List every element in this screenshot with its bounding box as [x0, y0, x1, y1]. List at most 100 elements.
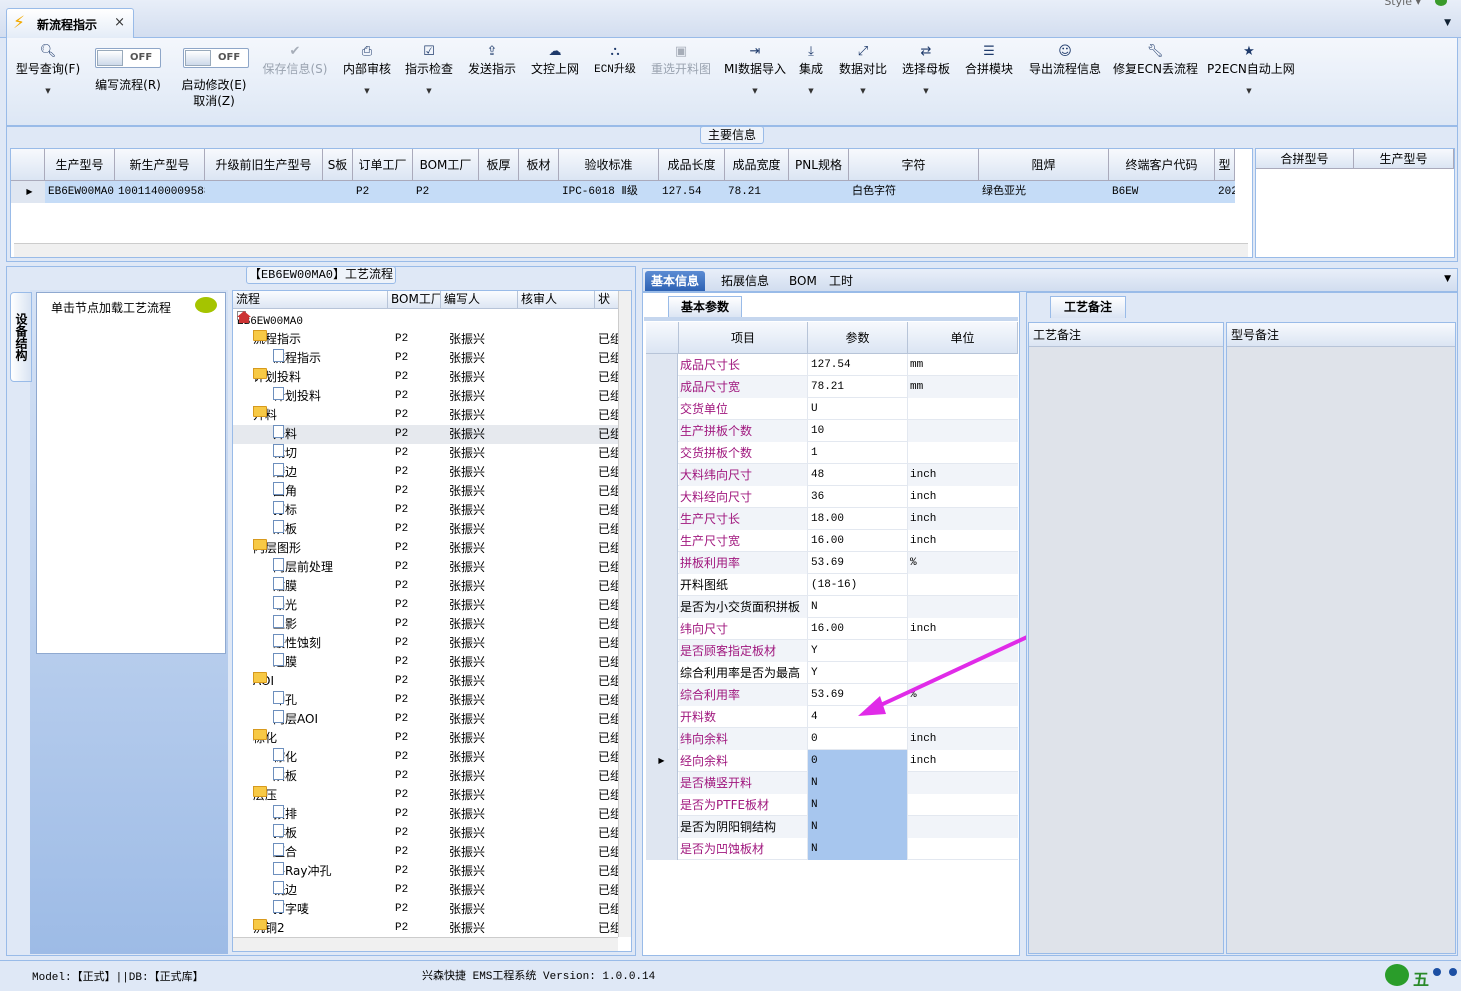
- column-header[interactable]: 流程: [233, 291, 388, 309]
- param-row[interactable]: 是否为阴阳铜结构 N: [646, 816, 1018, 838]
- tree-root[interactable]: −EB6EW00MA0: [233, 311, 619, 330]
- process-tree-hscrollbar[interactable]: [233, 937, 618, 951]
- start-modify-toggle[interactable]: OFF: [183, 48, 249, 68]
- column-header[interactable]: 生产型号: [1354, 149, 1454, 169]
- tree-row[interactable]: 排板 P2 张振兴 已组: [233, 824, 622, 843]
- check-indicator-button[interactable]: ☑ 指示检查 ▼: [403, 44, 455, 95]
- column-header[interactable]: S板: [323, 149, 353, 181]
- param-value[interactable]: 36: [808, 486, 908, 508]
- table-cell[interactable]: [519, 181, 559, 203]
- column-header[interactable]: PNL规格: [789, 149, 849, 181]
- param-row[interactable]: 大料经向尺寸 36 inch: [646, 486, 1018, 508]
- param-value[interactable]: 127.54: [808, 354, 908, 376]
- tab-basic-params[interactable]: 基本参数: [668, 296, 742, 318]
- param-value[interactable]: 16.00: [808, 530, 908, 552]
- ime-toolbar[interactable]: 五: [1281, 962, 1461, 990]
- process-tree-vscrollbar[interactable]: [618, 291, 631, 937]
- tree-row[interactable]: −层压P2张振兴已组: [233, 786, 622, 805]
- param-value[interactable]: 48: [808, 464, 908, 486]
- table-cell[interactable]: 绿色亚光: [979, 181, 1109, 203]
- tree-row[interactable]: 内层AOI P2 张振兴 已组: [233, 710, 622, 729]
- tree-row[interactable]: −开料P2张振兴已组: [233, 406, 622, 425]
- export-flow-button[interactable]: ☺ 导出流程信息: [1027, 44, 1103, 77]
- param-value[interactable]: 1: [808, 442, 908, 464]
- tree-row[interactable]: 烘板 P2 张振兴 已组: [233, 767, 622, 786]
- style-menu[interactable]: Style ▾: [1384, 0, 1421, 8]
- ecn-upgrade-button[interactable]: ⛬ ECN升级: [591, 44, 639, 76]
- reselect-cut-chart-button[interactable]: ▣ 重选开料图: [649, 44, 713, 77]
- column-header[interactable]: 核审人: [518, 291, 595, 309]
- table-cell[interactable]: 10011400009588: [115, 181, 205, 203]
- param-row[interactable]: 纬向余料 0 inch: [646, 728, 1018, 750]
- tree-row[interactable]: −AOIP2张振兴已组: [233, 672, 622, 691]
- tree-row[interactable]: 冲孔 P2 张振兴 已组: [233, 691, 622, 710]
- param-value[interactable]: 53.69: [808, 552, 908, 574]
- table-cell[interactable]: P2: [353, 181, 413, 203]
- tree-row[interactable]: −棕化P2张振兴已组: [233, 729, 622, 748]
- tree-row[interactable]: 曝光 P2 张振兴 已组: [233, 596, 622, 615]
- param-row[interactable]: 是否横竖开料 N: [646, 772, 1018, 794]
- param-value[interactable]: 78.21: [808, 376, 908, 398]
- fix-ecn-flow-button[interactable]: 🔧︎ 修复ECN丢流程: [1113, 44, 1198, 77]
- tree-row[interactable]: 流程指示 P2 张振兴 已组: [233, 349, 622, 368]
- tree-row[interactable]: 圆角 P2 张振兴 已组: [233, 482, 622, 501]
- tab-extended-info[interactable]: 拓展信息: [715, 271, 775, 291]
- table-cell[interactable]: P2: [413, 181, 479, 203]
- table-cell[interactable]: 127.54: [659, 181, 725, 203]
- table-cell[interactable]: IPC-6018 Ⅱ级: [559, 181, 659, 203]
- param-value[interactable]: N: [808, 794, 908, 816]
- param-value[interactable]: 18.00: [808, 508, 908, 530]
- param-value[interactable]: 0: [808, 728, 908, 750]
- column-header[interactable]: 升级前旧生产型号: [205, 149, 323, 181]
- column-header[interactable]: 编写人: [441, 291, 518, 309]
- tree-row[interactable]: 计划投料 P2 张振兴 已组: [233, 387, 622, 406]
- column-header[interactable]: 成品长度: [659, 149, 725, 181]
- tree-row[interactable]: 贴膜 P2 张振兴 已组: [233, 577, 622, 596]
- column-header[interactable]: 订单工厂: [353, 149, 413, 181]
- tab-process-note[interactable]: 工艺备注: [1050, 296, 1126, 318]
- tree-row[interactable]: 棕化 P2 张振兴 已组: [233, 748, 622, 767]
- select-mother-button[interactable]: ⇄ 选择母板 ▼: [900, 44, 952, 95]
- tree-row[interactable]: 打字唛 P2 张振兴 已组: [233, 900, 622, 919]
- tree-row[interactable]: 铣边 P2 张振兴 已组: [233, 881, 622, 900]
- param-row[interactable]: 成品尺寸宽 78.21 mm: [646, 376, 1018, 398]
- close-icon[interactable]: ×: [114, 15, 125, 30]
- param-row[interactable]: ▶ 经向余料 0 inch: [646, 750, 1018, 772]
- column-header[interactable]: 生产型号: [45, 149, 115, 181]
- column-header[interactable]: 字符: [849, 149, 979, 181]
- internal-review-button[interactable]: ⎙ 内部审核 ▼: [341, 44, 393, 95]
- table-cell[interactable]: EB6EW00MA0: [45, 181, 115, 203]
- table-cell[interactable]: [479, 181, 519, 203]
- tree-row[interactable]: 打标 P2 张振兴 已组: [233, 501, 622, 520]
- tab-device-structure[interactable]: 设备结构: [10, 292, 32, 382]
- p2ecn-auto-button[interactable]: ★ P2ECN自动上网 ▼: [1207, 44, 1295, 95]
- column-header[interactable]: 合拼型号: [1256, 149, 1354, 169]
- param-value[interactable]: N: [808, 838, 908, 860]
- integrate-button[interactable]: ⤓ 集成 ▼: [797, 44, 825, 95]
- model-query-button[interactable]: 🔍︎ 型号查询(F) ▼: [13, 44, 83, 95]
- column-header[interactable]: 终端客户代码: [1109, 149, 1215, 181]
- tree-row[interactable]: −流程指示P2张振兴已组: [233, 330, 622, 349]
- param-row[interactable]: 成品尺寸长 127.54 mm: [646, 354, 1018, 376]
- tree-row[interactable]: 裁切 P2 张振兴 已组: [233, 444, 622, 463]
- param-row[interactable]: 大料纬向尺寸 48 inch: [646, 464, 1018, 486]
- column-header[interactable]: 成品宽度: [725, 149, 789, 181]
- table-cell[interactable]: 2020: [1215, 181, 1235, 203]
- tree-row[interactable]: 磨边 P2 张振兴 已组: [233, 463, 622, 482]
- tree-row[interactable]: 预排 P2 张振兴 已组: [233, 805, 622, 824]
- tree-row[interactable]: 压合 P2 张振兴 已组: [233, 843, 622, 862]
- table-cell[interactable]: 白色字符: [849, 181, 979, 203]
- send-indicator-button[interactable]: ⇪ 发送指示: [466, 44, 518, 77]
- tree-row[interactable]: 烘板 P2 张振兴 已组: [233, 520, 622, 539]
- chevron-down-icon[interactable]: ▼: [1444, 18, 1451, 28]
- column-header[interactable]: 项目: [679, 322, 808, 354]
- param-value[interactable]: N: [808, 816, 908, 838]
- column-header[interactable]: BOM工厂: [388, 291, 441, 309]
- column-header[interactable]: 参数: [808, 322, 908, 354]
- main-grid-hscrollbar[interactable]: [14, 243, 1248, 257]
- upload-doc-button[interactable]: ☁ 文控上网: [529, 44, 581, 77]
- model-note-area[interactable]: 型号备注: [1226, 322, 1456, 954]
- column-header[interactable]: 阻焊: [979, 149, 1109, 181]
- param-value[interactable]: U: [808, 398, 908, 420]
- process-note-area[interactable]: 工艺备注: [1028, 322, 1224, 954]
